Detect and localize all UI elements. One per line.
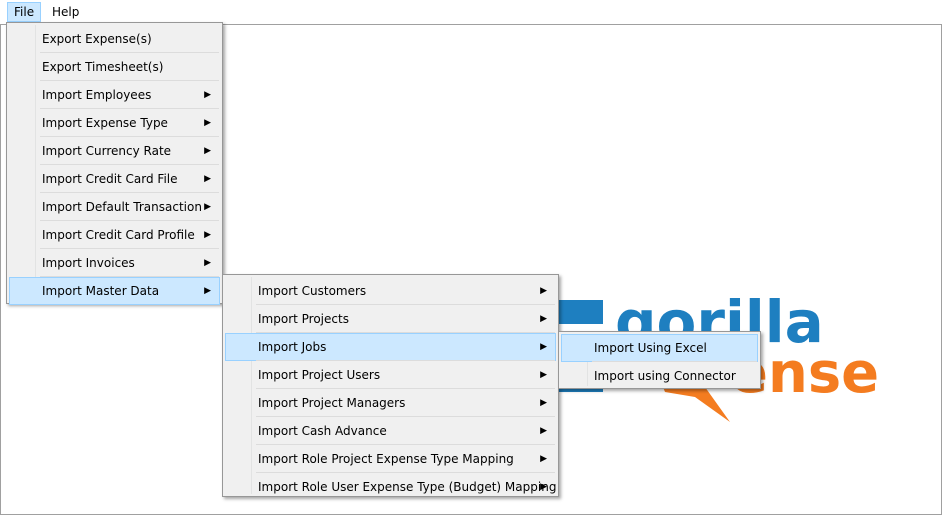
menu-item-import-expense-type[interactable]: Import Expense Type ▶ <box>9 109 220 137</box>
menu-item-import-project-managers[interactable]: Import Project Managers ▶ <box>225 389 556 417</box>
chevron-right-icon: ▶ <box>540 286 547 296</box>
chevron-right-icon: ▶ <box>204 230 211 240</box>
chevron-right-icon: ▶ <box>204 202 211 212</box>
menu-item-export-timesheets[interactable]: Export Timesheet(s) <box>9 53 220 81</box>
menu-item-import-jobs[interactable]: Import Jobs ▶ <box>225 333 556 361</box>
menu-item-import-employees[interactable]: Import Employees ▶ <box>9 81 220 109</box>
menu-item-export-expenses[interactable]: Export Expense(s) <box>9 25 220 53</box>
window-border-bottom <box>0 514 942 515</box>
chevron-right-icon: ▶ <box>204 90 211 100</box>
menu-item-import-invoices[interactable]: Import Invoices ▶ <box>9 249 220 277</box>
chevron-right-icon: ▶ <box>540 398 547 408</box>
chevron-right-icon: ▶ <box>204 146 211 156</box>
menu-item-import-role-project-expense-type-mapping[interactable]: Import Role Project Expense Type Mapping… <box>225 445 556 473</box>
chevron-right-icon: ▶ <box>540 314 547 324</box>
menu-item-import-projects[interactable]: Import Projects ▶ <box>225 305 556 333</box>
chevron-right-icon: ▶ <box>204 286 211 296</box>
master-data-submenu: Import Customers ▶ Import Projects ▶ Impor… <box>222 274 559 497</box>
chevron-right-icon: ▶ <box>204 118 211 128</box>
chevron-right-icon: ▶ <box>540 342 547 352</box>
jobs-submenu: Import Using Excel Import using Connecto… <box>558 331 761 389</box>
chevron-right-icon: ▶ <box>540 482 547 492</box>
chevron-right-icon: ▶ <box>540 370 547 380</box>
chevron-right-icon: ▶ <box>540 426 547 436</box>
menu-item-import-default-transaction[interactable]: Import Default Transaction ▶ <box>9 193 220 221</box>
chevron-right-icon: ▶ <box>204 258 211 268</box>
file-menu: Export Expense(s) Export Timesheet(s) Im… <box>6 22 223 305</box>
menu-item-import-role-user-expense-type-budget-mapping[interactable]: Import Role User Expense Type (Budget) M… <box>225 473 556 501</box>
menu-item-import-master-data[interactable]: Import Master Data ▶ <box>9 277 220 305</box>
menu-item-import-currency-rate[interactable]: Import Currency Rate ▶ <box>9 137 220 165</box>
menu-item-import-cash-advance[interactable]: Import Cash Advance ▶ <box>225 417 556 445</box>
menu-file[interactable]: File <box>7 2 42 22</box>
chevron-right-icon: ▶ <box>204 174 211 184</box>
window-border-left <box>0 25 1 515</box>
menu-item-import-customers[interactable]: Import Customers ▶ <box>225 277 556 305</box>
menu-item-import-project-users[interactable]: Import Project Users ▶ <box>225 361 556 389</box>
menu-item-import-credit-card-file[interactable]: Import Credit Card File ▶ <box>9 165 220 193</box>
menu-item-import-credit-card-profile[interactable]: Import Credit Card Profile ▶ <box>9 221 220 249</box>
chevron-right-icon: ▶ <box>540 454 547 464</box>
menu-help[interactable]: Help <box>46 2 85 22</box>
menu-item-import-using-connector[interactable]: Import using Connector <box>561 362 758 390</box>
menu-item-import-using-excel[interactable]: Import Using Excel <box>561 334 758 362</box>
